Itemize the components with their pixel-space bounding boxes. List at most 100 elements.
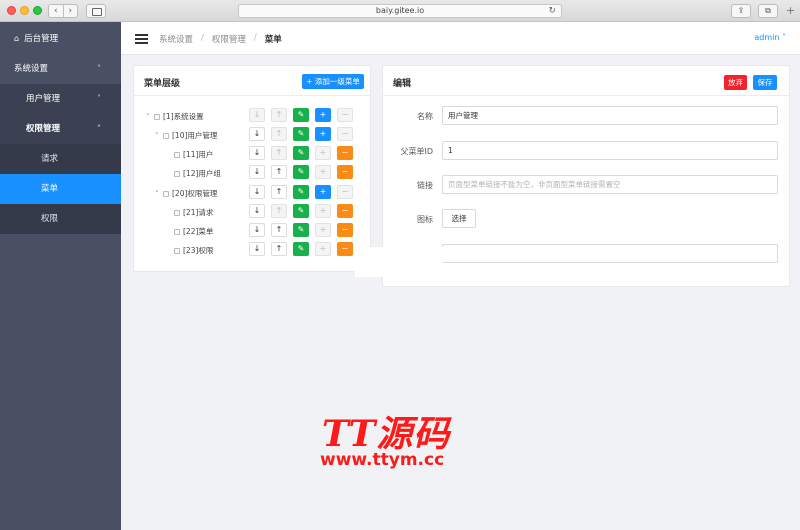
caret-down-icon[interactable]: ˅: [146, 113, 154, 121]
checkbox-icon[interactable]: [174, 229, 180, 235]
delete-button[interactable]: −: [337, 185, 353, 199]
delete-button[interactable]: −: [337, 127, 353, 141]
checkbox-icon[interactable]: [163, 133, 169, 139]
add-child-button[interactable]: +: [315, 185, 331, 199]
home-icon: ⌂: [14, 34, 20, 43]
sidebar-brand[interactable]: ⌂ 后台管理: [0, 24, 121, 54]
tree-node[interactable]: ˅ [1]系统设置: [146, 111, 204, 122]
tree-node[interactable]: [12]用户组: [166, 168, 221, 179]
move-up-button[interactable]: ↑: [271, 108, 287, 122]
edit-button[interactable]: ✎: [293, 242, 309, 256]
new-tab-icon[interactable]: +: [786, 5, 795, 16]
sidebar-item-user-management[interactable]: 用户管理 ˅: [0, 84, 121, 114]
tree-node-label: [22]菜单: [183, 227, 214, 236]
forward-icon[interactable]: ›: [64, 5, 78, 17]
browser-sidebar-icon[interactable]: [86, 4, 106, 18]
chevron-down-icon: ˅: [97, 94, 101, 103]
checkbox-icon[interactable]: [174, 171, 180, 177]
name-input[interactable]: 用户管理: [442, 106, 778, 125]
edit-button[interactable]: ✎: [293, 223, 309, 237]
move-up-button[interactable]: ↑: [271, 146, 287, 160]
checkbox-icon[interactable]: [174, 210, 180, 216]
sidebar-item-permission-management[interactable]: 权限管理 ˄: [0, 114, 121, 144]
sidebar-item-label: 权限管理: [26, 124, 61, 134]
move-down-button[interactable]: ↓: [249, 108, 265, 122]
caret-down-icon[interactable]: ˅: [155, 190, 163, 198]
close-window-icon[interactable]: [7, 6, 16, 15]
add-child-button[interactable]: +: [315, 108, 331, 122]
brand-label: 后台管理: [24, 34, 59, 44]
move-down-button[interactable]: ↓: [249, 165, 265, 179]
overlay-mask: [355, 247, 443, 277]
sidebar-item-menu[interactable]: 菜单: [0, 174, 121, 204]
move-up-button[interactable]: ↑: [271, 165, 287, 179]
move-up-button[interactable]: ↑: [271, 127, 287, 141]
move-down-button[interactable]: ↓: [249, 185, 265, 199]
delete-button[interactable]: −: [337, 108, 353, 122]
move-down-button[interactable]: ↓: [249, 204, 265, 218]
discard-button[interactable]: 放弃: [724, 75, 747, 90]
move-up-button[interactable]: ↑: [271, 204, 287, 218]
add-child-button[interactable]: +: [315, 165, 331, 179]
save-button[interactable]: 保存: [753, 75, 777, 90]
delete-button[interactable]: −: [337, 242, 353, 256]
minimize-window-icon[interactable]: [20, 6, 29, 15]
add-child-button[interactable]: +: [315, 223, 331, 237]
tree-row: ˅ [1]系统设置 ↓ ↑ ✎ + −: [134, 107, 372, 126]
tree-node[interactable]: ˅ [10]用户管理: [155, 130, 217, 141]
move-down-button[interactable]: ↓: [249, 223, 265, 237]
description-input[interactable]: [442, 244, 778, 263]
move-up-button[interactable]: ↑: [271, 223, 287, 237]
back-icon[interactable]: ‹: [49, 5, 64, 17]
tabs-icon[interactable]: ⧉: [758, 4, 778, 18]
caret-down-icon[interactable]: ˅: [155, 132, 163, 140]
move-down-button[interactable]: ↓: [249, 146, 265, 160]
tree-node[interactable]: ˅ [20]权限管理: [155, 188, 217, 199]
edit-button[interactable]: ✎: [293, 204, 309, 218]
move-down-button[interactable]: ↓: [249, 127, 265, 141]
tree-node[interactable]: [11]用户: [166, 149, 213, 160]
sidebar-item-requests[interactable]: 请求: [0, 144, 121, 174]
sidebar-item-system-settings[interactable]: 系统设置 ˄: [0, 54, 121, 84]
checkbox-icon[interactable]: [174, 152, 180, 158]
sidebar-item-permissions[interactable]: 权限: [0, 204, 121, 234]
checkbox-icon[interactable]: [174, 248, 180, 254]
delete-button[interactable]: −: [337, 204, 353, 218]
url-text: baiy.gitee.io: [375, 6, 425, 15]
delete-button[interactable]: −: [337, 146, 353, 160]
sidebar-item-label: 菜单: [41, 184, 59, 194]
move-up-button[interactable]: ↑: [271, 242, 287, 256]
delete-button[interactable]: −: [337, 165, 353, 179]
tree-node[interactable]: [23]权限: [166, 245, 213, 256]
add-child-button[interactable]: +: [315, 204, 331, 218]
edit-button[interactable]: ✎: [293, 185, 309, 199]
sidebar-item-label: 用户管理: [26, 94, 61, 104]
link-input[interactable]: 页面型菜单链接不能为空，非页面型菜单链接需置空: [442, 175, 778, 194]
add-child-button[interactable]: +: [315, 242, 331, 256]
user-menu[interactable]: admin ˅: [754, 33, 786, 42]
maximize-window-icon[interactable]: [33, 6, 42, 15]
move-up-button[interactable]: ↑: [271, 185, 287, 199]
add-child-button[interactable]: +: [315, 146, 331, 160]
checkbox-icon[interactable]: [154, 114, 160, 120]
parent-id-input[interactable]: 1: [442, 141, 778, 160]
address-bar[interactable]: baiy.gitee.io ↻: [238, 4, 562, 18]
add-top-menu-button[interactable]: + 添加一级菜单: [302, 74, 364, 89]
breadcrumb-item[interactable]: 权限管理: [212, 33, 246, 45]
choose-icon-button[interactable]: 选择: [442, 209, 476, 228]
breadcrumb-item[interactable]: 系统设置: [159, 33, 193, 45]
breadcrumb-separator: /: [201, 33, 204, 43]
move-down-button[interactable]: ↓: [249, 242, 265, 256]
share-icon[interactable]: ⇪: [731, 4, 751, 18]
tree-node[interactable]: [21]请求: [166, 207, 213, 218]
reload-icon[interactable]: ↻: [548, 5, 556, 17]
add-child-button[interactable]: +: [315, 127, 331, 141]
hamburger-menu-icon[interactable]: [135, 34, 148, 44]
edit-button[interactable]: ✎: [293, 165, 309, 179]
tree-node[interactable]: [22]菜单: [166, 226, 213, 237]
edit-button[interactable]: ✎: [293, 108, 309, 122]
edit-button[interactable]: ✎: [293, 146, 309, 160]
delete-button[interactable]: −: [337, 223, 353, 237]
checkbox-icon[interactable]: [163, 191, 169, 197]
edit-button[interactable]: ✎: [293, 127, 309, 141]
